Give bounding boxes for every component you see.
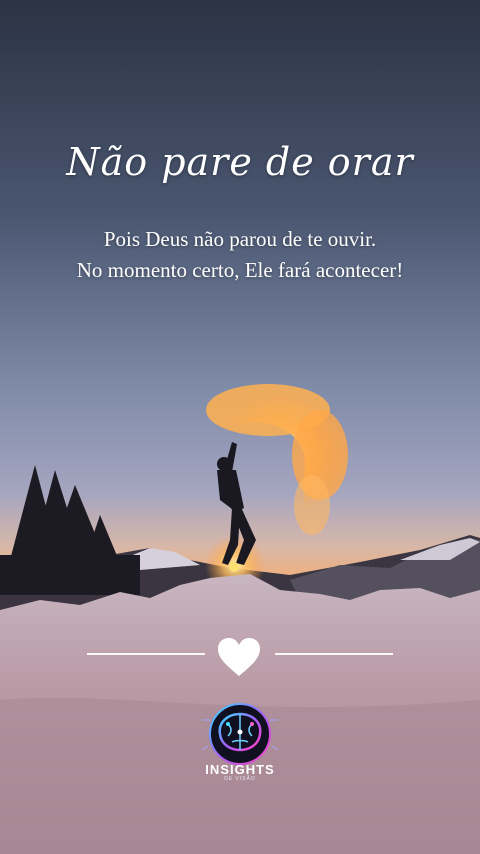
brand-name: INSIGHTS xyxy=(205,762,275,777)
subtitle-line-2: No momento certo, Ele fará acontecer! xyxy=(76,258,404,282)
heart-icon xyxy=(218,638,260,676)
divider-left xyxy=(87,653,205,655)
brand-tagline: DE VISÃO xyxy=(224,776,256,782)
divider-right xyxy=(275,653,393,655)
post-title: Não pare de orar xyxy=(66,140,414,184)
post-subtitle: Pois Deus não parou de te ouvir. No mome… xyxy=(0,224,480,286)
subtitle-line-1: Pois Deus não parou de te ouvir. xyxy=(103,227,377,251)
